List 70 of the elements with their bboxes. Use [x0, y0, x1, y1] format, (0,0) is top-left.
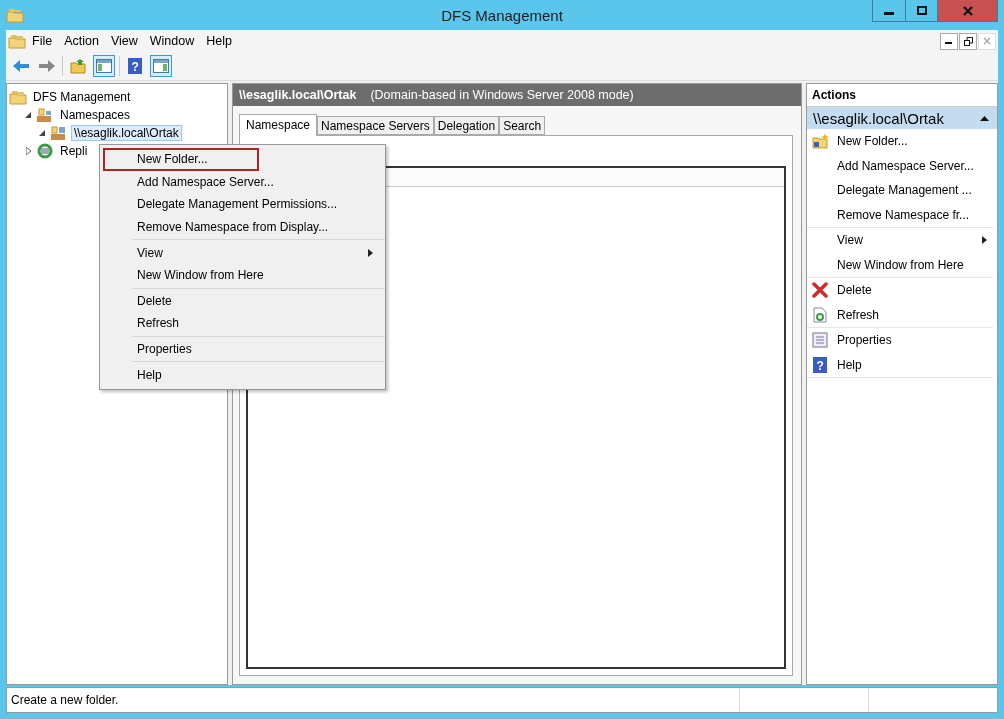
context-menu-item[interactable]: View: [132, 241, 385, 264]
namespace-mode: (Domain-based in Windows Server 2008 mode): [370, 88, 634, 102]
pane-icon: [96, 59, 112, 73]
context-menu-item[interactable]: Help: [132, 363, 385, 386]
expand-toggle-icon[interactable]: [23, 147, 33, 155]
app-icon: [8, 33, 26, 49]
action-link[interactable]: New Window from Here: [807, 252, 993, 277]
actions-section-header[interactable]: \\esaglik.local\Ortak: [807, 107, 997, 129]
folders-icon: [9, 89, 27, 105]
folder-icon: [70, 58, 86, 74]
close-icon: [983, 37, 991, 45]
tab[interactable]: Namespace: [239, 114, 318, 136]
tree-item[interactable]: \\esaglik.local\Ortak: [71, 125, 182, 141]
action-link[interactable]: ? Help: [807, 352, 993, 377]
submenu-arrow-icon: [368, 248, 373, 257]
menu-item[interactable]: Action: [58, 34, 105, 48]
context-menu-item[interactable]: Delete: [132, 289, 385, 313]
minimize-button[interactable]: [940, 32, 958, 50]
context-menu-item[interactable]: New Window from Here: [132, 263, 385, 287]
context-menu-item[interactable]: Properties: [132, 337, 385, 361]
tree-item[interactable]: DFS Management: [30, 89, 134, 105]
close-icon: [962, 5, 973, 16]
context-menu-item[interactable]: Remove Namespace from Display...: [132, 215, 385, 239]
tree-item[interactable]: Namespaces: [57, 107, 134, 123]
menu-item[interactable]: Help: [200, 34, 238, 48]
context-menu-item[interactable]: Delegate Management Permissions...: [132, 193, 385, 216]
replication-icon: [36, 143, 54, 159]
menu-item[interactable]: View: [104, 34, 144, 48]
namespace-title: \\esaglik.local\Ortak: [239, 88, 357, 102]
back-arrow-icon: [12, 59, 30, 73]
tab[interactable]: Namespace Servers: [317, 116, 434, 135]
action-link[interactable]: New Folder...: [807, 129, 993, 154]
delete-x-icon: [812, 282, 828, 299]
action-link[interactable]: Add Namespace Server...: [807, 153, 993, 178]
pane-icon: [153, 59, 169, 73]
context-menu-item[interactable]: New Folder...: [103, 148, 259, 171]
help-icon: ?: [813, 356, 827, 373]
menu-item[interactable]: Window: [143, 34, 201, 48]
namespace-icon: [50, 125, 68, 141]
restore-button[interactable]: [959, 32, 977, 50]
submenu-arrow-icon: [982, 236, 987, 245]
restore-icon: [963, 36, 973, 46]
action-link[interactable]: Delete: [807, 278, 993, 303]
status-text: Create a new folder.: [10, 693, 120, 707]
tree-item[interactable]: Repli: [57, 143, 91, 159]
refresh-icon: [813, 306, 827, 323]
new-folder-icon: [811, 133, 829, 150]
collapse-toggle-icon[interactable]: [23, 112, 33, 118]
forward-arrow-icon: [38, 59, 56, 73]
context-menu-item[interactable]: Refresh: [132, 312, 385, 335]
close-button[interactable]: [937, 0, 997, 21]
toolbar-button[interactable]: [93, 55, 115, 77]
collapse-arrow-icon: [980, 115, 989, 121]
menu-item[interactable]: File: [26, 34, 59, 48]
window-title: DFS Management: [441, 7, 563, 24]
action-link[interactable]: Remove Namespace fr...: [807, 202, 993, 227]
action-link[interactable]: Delegate Management ...: [807, 178, 993, 203]
maximize-icon: [916, 6, 927, 15]
toolbar-button[interactable]: [150, 55, 172, 77]
app-icon: [6, 7, 24, 23]
action-link[interactable]: View: [807, 228, 993, 253]
action-link[interactable]: Properties: [807, 328, 993, 353]
tab[interactable]: Search: [499, 116, 546, 135]
namespace-icon: [36, 107, 54, 123]
action-link[interactable]: Refresh: [807, 302, 993, 327]
collapse-toggle-icon[interactable]: [37, 130, 47, 136]
context-menu-item[interactable]: Add Namespace Server...: [132, 170, 385, 194]
minimize-icon: [884, 12, 894, 15]
tab[interactable]: Delegation: [433, 116, 500, 135]
properties-icon: [812, 332, 828, 349]
